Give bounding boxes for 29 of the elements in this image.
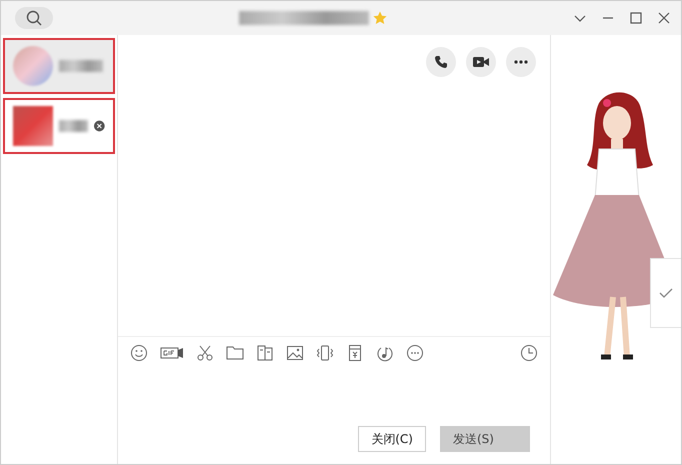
contact-item[interactable] [3, 38, 115, 94]
folder-icon[interactable] [226, 344, 244, 362]
remove-icon[interactable] [94, 118, 105, 134]
avatar [13, 106, 53, 146]
close-icon[interactable] [657, 11, 671, 25]
more-icon [514, 60, 528, 64]
video-call-button[interactable] [466, 47, 496, 77]
blurred-name [59, 60, 103, 72]
avatar [13, 46, 53, 86]
scissors-icon[interactable] [196, 344, 214, 362]
search-icon [26, 10, 42, 26]
vibrate-icon[interactable] [316, 344, 334, 362]
check-icon [659, 288, 673, 298]
blurred-name [59, 120, 88, 132]
yuan-envelope-icon[interactable] [346, 344, 364, 362]
phone-icon [434, 55, 448, 69]
star-icon [373, 11, 387, 25]
search-button[interactable] [15, 7, 53, 29]
close-button[interactable]: 关闭(C) [358, 426, 426, 452]
maximize-icon[interactable] [629, 11, 643, 25]
more-options-icon[interactable] [406, 344, 424, 362]
video-camera-icon [473, 55, 489, 69]
phone-button[interactable] [426, 47, 456, 77]
emoji-icon[interactable] [130, 344, 148, 362]
image-grid-icon[interactable] [256, 344, 274, 362]
more-button[interactable] [506, 47, 536, 77]
clock-icon[interactable] [520, 344, 538, 362]
image-icon[interactable] [286, 344, 304, 362]
contact-item[interactable] [3, 98, 115, 154]
